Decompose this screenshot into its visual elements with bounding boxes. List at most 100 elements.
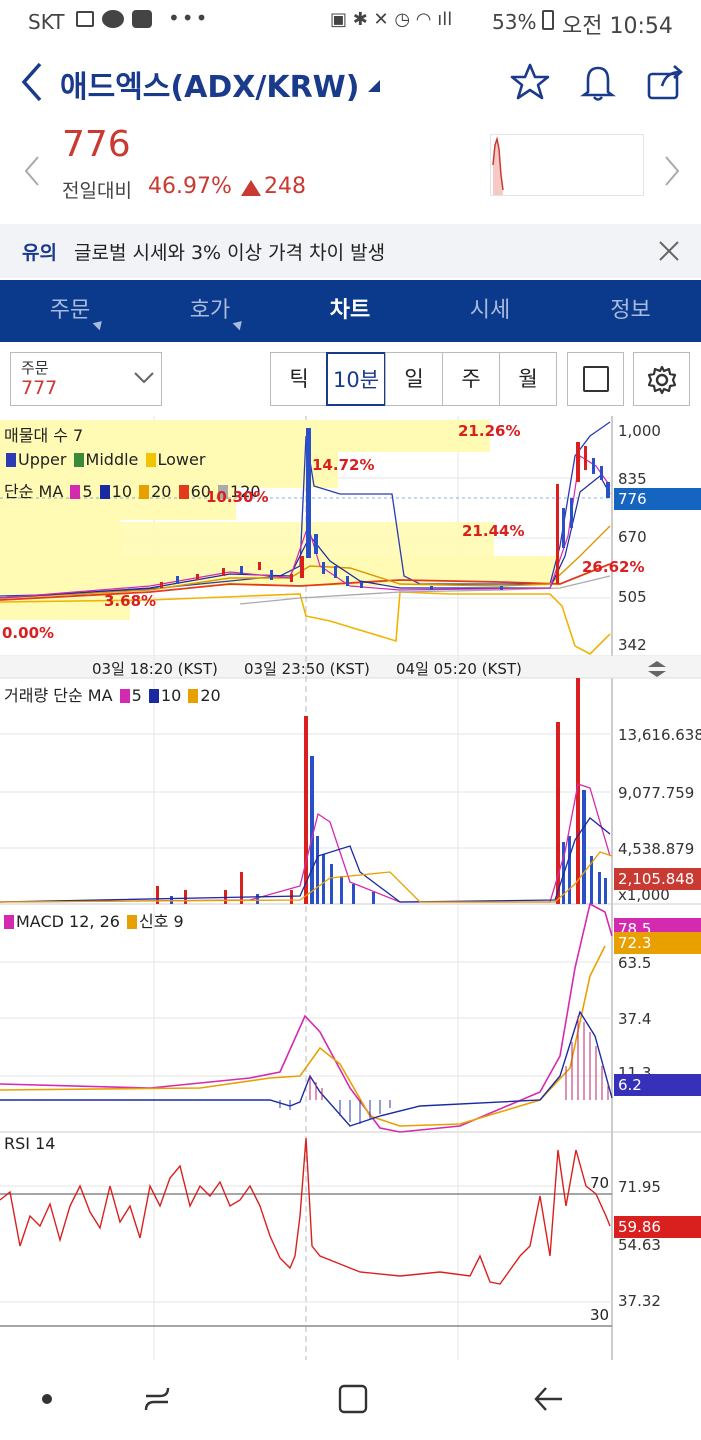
tab-order[interactable]: 주문 <box>0 280 140 342</box>
tab-label: 정보 <box>610 298 651 323</box>
legend-swatch <box>73 453 84 467</box>
macd-legend: MACD 12, 26 신호 9 <box>4 908 184 932</box>
square-icon <box>582 366 609 392</box>
gear-icon <box>647 365 676 395</box>
clock: 오전 10:54 <box>562 14 673 39</box>
coin-title[interactable]: 애드엑스(ADX/KRW) <box>60 62 359 106</box>
period-10min-button[interactable]: 10분 <box>326 352 386 406</box>
macd-signal-label: 신호 9 <box>139 912 184 931</box>
time-label: 04일 05:20 (KST) <box>396 660 522 678</box>
more-notifications-icon: ••• <box>168 6 210 30</box>
current-price-tag: 776 <box>614 488 701 510</box>
legend-swatch <box>139 485 150 499</box>
app-header: 애드엑스(ADX/KRW) <box>0 46 701 122</box>
main-tabs: 주문 호가 차트 시세 정보 <box>0 280 701 342</box>
band-legend: Upper Middle Lower <box>4 450 205 469</box>
y-tick: 505 <box>618 588 647 606</box>
macd-hist-bars <box>309 1016 609 1100</box>
close-icon[interactable] <box>658 240 680 262</box>
system-icons: ▣ ✱ ✕ ◷ ◠ ıll <box>330 9 453 30</box>
warning-notice: 유의 글로벌 시세와 3% 이상 가격 차이 발생 <box>0 224 701 278</box>
y-tick: 342 <box>618 636 647 654</box>
settings-button[interactable] <box>633 352 690 406</box>
gallery-icon <box>76 11 94 27</box>
bell-icon[interactable] <box>580 62 616 102</box>
legend-middle: Middle <box>85 450 139 469</box>
tab-orderbook[interactable]: 호가 <box>140 280 280 342</box>
profile-pct: 3.68% <box>104 592 157 610</box>
macd-tick: 37.4 <box>618 1010 652 1028</box>
tab-chart[interactable]: 차트 <box>280 280 420 342</box>
legend-swatch <box>127 915 138 929</box>
ma-period: 10 <box>111 482 133 501</box>
dot-icon[interactable] <box>42 1394 52 1404</box>
fullscreen-button[interactable] <box>567 352 624 406</box>
price-summary: 776 전일대비 46.97% 248 <box>0 122 701 224</box>
volume-period: 20 <box>200 686 221 705</box>
system-nav-bar <box>0 1360 701 1440</box>
back-nav-icon[interactable] <box>532 1382 566 1416</box>
profile-title: 매물대 수 7 <box>4 426 84 445</box>
legend-swatch <box>99 485 110 499</box>
resize-handle-icon[interactable] <box>646 660 668 678</box>
order-price-select[interactable]: 주문 777 <box>10 352 162 406</box>
legend-swatch <box>6 453 16 467</box>
rsi-tick: 71.95 <box>618 1178 661 1196</box>
status-bar: SKT ••• ▣ ✱ ✕ ◷ ◠ ıll 53% 오전 10:54 <box>0 0 701 46</box>
volume-bars <box>156 678 607 904</box>
y-tick: 835 <box>618 470 647 488</box>
carrier: SKT <box>28 10 65 34</box>
period-week-button[interactable]: 주 <box>442 352 500 406</box>
tab-label: 주문 <box>49 298 91 323</box>
period-tick-button[interactable]: 틱 <box>270 352 328 406</box>
next-coin-icon[interactable] <box>662 154 682 188</box>
ma-period: 20 <box>151 482 172 501</box>
volume-tick: 4,538.879 <box>618 840 695 858</box>
ma-legend-label: 단순 MA <box>4 482 64 501</box>
macd-signal <box>0 945 606 1127</box>
volume-tick: 13,616.638 <box>618 726 701 744</box>
tab-corner-icon <box>92 317 106 331</box>
volume-tick: 9,077.759 <box>618 784 695 802</box>
prev-coin-icon[interactable] <box>22 154 42 188</box>
star-icon[interactable] <box>510 62 550 102</box>
rsi-level-70: 70 <box>590 1174 610 1192</box>
rsi-line <box>0 1137 611 1285</box>
legend-swatch <box>119 689 130 703</box>
tab-label: 차트 <box>329 298 371 323</box>
order-price-label: 주문 <box>21 359 49 377</box>
app-icon <box>132 10 152 28</box>
caret-down-icon[interactable] <box>368 80 382 94</box>
tab-label: 시세 <box>469 298 511 323</box>
profile-pct: 0.00% <box>2 624 55 642</box>
notice-tag: 유의 <box>22 242 57 264</box>
rsi-title: RSI 14 <box>4 1134 56 1153</box>
macd-tick: 63.5 <box>618 954 652 972</box>
share-icon[interactable] <box>646 62 686 102</box>
tab-corner-icon <box>232 317 246 331</box>
legend-swatch <box>70 485 81 499</box>
profile-pct: 14.72% <box>312 456 375 474</box>
home-icon[interactable] <box>336 1382 370 1416</box>
period-month-button[interactable]: 월 <box>499 352 557 406</box>
bollinger-lower <box>0 591 611 655</box>
ma-period: 5 <box>82 482 93 501</box>
change-amount: 248 <box>264 174 306 199</box>
rsi-tag: 59.86 <box>614 1216 701 1238</box>
change-percent: 46.97% <box>148 174 232 199</box>
tab-info[interactable]: 정보 <box>560 280 701 342</box>
chart-area[interactable]: 매물대 수 7 Upper Middle Lower 단순 MA 5 10 20… <box>0 416 701 1360</box>
legend-swatch <box>178 485 189 499</box>
current-price: 776 <box>62 124 131 165</box>
talk-icon <box>102 10 124 28</box>
y-tick: 1,000 <box>618 422 661 440</box>
profile-pct: 26.62% <box>582 558 645 576</box>
battery-percent: 53% <box>492 10 537 34</box>
period-day-button[interactable]: 일 <box>385 352 443 406</box>
recent-apps-icon[interactable] <box>140 1382 174 1416</box>
back-icon[interactable] <box>18 60 46 104</box>
mini-chart-line <box>492 136 504 195</box>
tab-quotes[interactable]: 시세 <box>420 280 560 342</box>
rsi-tick: 54.63 <box>618 1236 661 1254</box>
y-tick: 670 <box>618 528 647 546</box>
